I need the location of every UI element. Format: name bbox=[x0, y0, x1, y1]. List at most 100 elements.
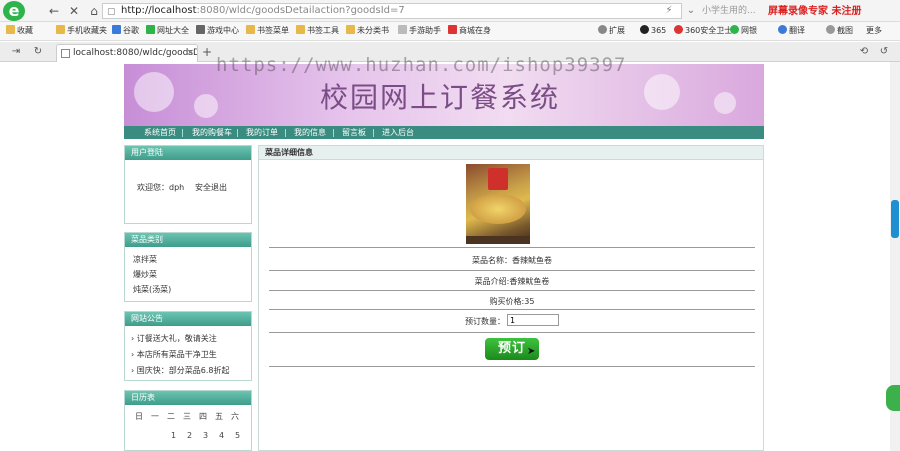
dish-image-plate bbox=[470, 194, 526, 224]
lightning-icon[interactable]: ⚡ bbox=[662, 4, 676, 18]
bookmark-360[interactable]: 360安全卫士 bbox=[674, 25, 732, 36]
quantity-input[interactable] bbox=[507, 314, 559, 326]
close-icon[interactable]: × bbox=[186, 45, 194, 61]
address-host: http://localhost bbox=[121, 5, 197, 16]
calendar-day[interactable]: 3 bbox=[203, 431, 208, 440]
menu-item-admin[interactable]: 进入后台 bbox=[382, 126, 414, 139]
calendar-day[interactable]: 1 bbox=[171, 431, 176, 440]
new-tab-button[interactable]: + bbox=[202, 45, 212, 59]
extension-icon bbox=[598, 25, 607, 34]
bookmark-item[interactable]: 商城在身 bbox=[448, 25, 491, 36]
menu-item-orders[interactable]: 我的订单 bbox=[246, 126, 278, 139]
calendar-panel-heading: 日历表 bbox=[125, 391, 251, 405]
search-input[interactable]: 小学生用的... bbox=[702, 3, 762, 19]
bookmark-screenshot[interactable]: 截图 bbox=[826, 25, 853, 36]
site-icon bbox=[146, 25, 155, 34]
calendar-weekday: 一 bbox=[151, 412, 159, 421]
notice-item[interactable]: › 国庆快：部分菜品6.8折起 bbox=[131, 365, 229, 376]
notice-panel-heading: 网站公告 bbox=[125, 312, 251, 326]
browser-toolbar: e ← ✕ ⌂ ▢ http://localhost:8080/wldc/goo… bbox=[0, 0, 900, 22]
calendar-weekday: 二 bbox=[167, 412, 175, 421]
home-icon[interactable]: ⌂ bbox=[86, 3, 102, 19]
undo-icon[interactable]: ⟲ bbox=[856, 44, 872, 60]
notice-panel: 网站公告 › 订餐送大礼，敬请关注 › 本店所有菜品干净卫生 › 国庆快：部分菜… bbox=[124, 311, 252, 381]
bookmark-365[interactable]: 365 bbox=[640, 25, 666, 35]
menu-separator: | bbox=[372, 128, 375, 137]
dish-detail-panel: 菜品详细信息 菜品名称：香辣鱿鱼卷 菜品介绍:香辣鱿鱼卷 购买价格:35 预订数… bbox=[258, 145, 764, 451]
address-bar[interactable]: ▢ http://localhost:8080/wldc/goodsDetail… bbox=[102, 3, 682, 19]
folder-icon bbox=[346, 25, 355, 34]
floating-widget-icon[interactable] bbox=[886, 385, 900, 411]
login-panel: 用户登陆 欢迎您：dph 安全退出 bbox=[124, 145, 252, 224]
back-icon[interactable]: ← bbox=[46, 3, 62, 19]
logout-link[interactable]: 安全退出 bbox=[195, 182, 227, 193]
bookmark-item[interactable]: 书签菜单 bbox=[246, 25, 289, 36]
refresh-icon[interactable]: ↻ bbox=[30, 44, 46, 60]
translate-icon bbox=[778, 25, 787, 34]
url-watermark: https://www.huzhan.com/ishop39397 bbox=[216, 54, 627, 76]
game-icon bbox=[196, 25, 205, 34]
quantity-label: 预订数量： bbox=[465, 317, 505, 326]
category-panel-heading: 菜品类别 bbox=[125, 233, 251, 247]
sidebar-toggle-icon[interactable]: ⇥ bbox=[8, 44, 24, 60]
bookmark-item[interactable]: 手游助手 bbox=[398, 25, 441, 36]
calendar-weekday: 日 bbox=[135, 412, 143, 421]
welcome-text: 欢迎您：dph bbox=[137, 183, 185, 192]
bookmark-item[interactable]: 网址大全 bbox=[146, 25, 189, 36]
page-icon: ▢ bbox=[107, 7, 116, 17]
menu-item-profile[interactable]: 我的信息 bbox=[294, 126, 326, 139]
calendar-day[interactable]: 4 bbox=[219, 431, 224, 440]
menu-item-cart[interactable]: 我的购餐车 bbox=[192, 126, 232, 139]
star-icon bbox=[6, 25, 15, 34]
menu-separator: | bbox=[236, 128, 239, 137]
security-icon bbox=[674, 25, 683, 34]
bookmark-translate[interactable]: 翻译 bbox=[778, 25, 805, 36]
google-icon bbox=[112, 25, 121, 34]
site-title: 校园网上订餐系统 bbox=[320, 81, 561, 114]
banner-flower bbox=[134, 72, 174, 112]
bookmark-more[interactable]: 更多 bbox=[866, 25, 882, 36]
bank-icon bbox=[730, 25, 739, 34]
menu-separator: | bbox=[332, 128, 335, 137]
calendar-day[interactable]: 5 bbox=[235, 431, 240, 440]
detail-heading: 菜品详细信息 bbox=[259, 146, 763, 160]
folder-icon bbox=[296, 25, 305, 34]
bookmark-item[interactable]: 收藏 bbox=[6, 25, 33, 36]
notice-item[interactable]: › 本店所有菜品干净卫生 bbox=[131, 349, 217, 360]
menu-item-home[interactable]: 系统首页 bbox=[144, 126, 176, 139]
category-item[interactable]: 炖菜(汤菜) bbox=[133, 284, 171, 295]
reload-icon[interactable]: ↺ bbox=[876, 44, 892, 60]
divider bbox=[269, 309, 755, 310]
dish-intro: 菜品介绍:香辣鱿鱼卷 bbox=[474, 277, 550, 286]
bookmarks-bar: 收藏 手机收藏夹 谷歌 网址大全 游戏中心 书签菜单 书签工具 未分类书 手游助… bbox=[0, 22, 900, 41]
bookmark-item[interactable]: 谷歌 bbox=[112, 25, 139, 36]
bookmark-extension[interactable]: 扩展 bbox=[598, 25, 625, 36]
stop-icon[interactable]: ✕ bbox=[66, 3, 82, 19]
bookmark-item[interactable]: 游戏中心 bbox=[196, 25, 239, 36]
page-content: 校园网上订餐系统 系统首页 | 我的购餐车 | 我的订单 | 我的信息 | 留言… bbox=[0, 62, 900, 451]
mouse-cursor-icon: ➤ bbox=[527, 346, 536, 357]
divider bbox=[269, 247, 755, 248]
category-item[interactable]: 凉拌菜 bbox=[133, 254, 157, 265]
bookmark-item[interactable]: 书签工具 bbox=[296, 25, 339, 36]
bookmark-item[interactable]: 未分类书 bbox=[346, 25, 389, 36]
recorder-watermark: 屏幕录像专家 未注册 bbox=[768, 6, 862, 17]
page-icon bbox=[398, 25, 407, 34]
folder-icon bbox=[246, 25, 255, 34]
shield-icon bbox=[640, 25, 649, 34]
calendar-weekday: 三 bbox=[183, 412, 191, 421]
banner-flower bbox=[644, 74, 680, 110]
login-panel-heading: 用户登陆 bbox=[125, 146, 251, 160]
calendar-day[interactable]: 2 bbox=[187, 431, 192, 440]
browser-logo-icon: e bbox=[3, 1, 25, 21]
menu-item-guestbook[interactable]: 留言板 bbox=[342, 126, 366, 139]
notice-item[interactable]: › 订餐送大礼，敬请关注 bbox=[131, 333, 217, 344]
divider bbox=[269, 366, 755, 367]
dish-price: 购买价格:35 bbox=[489, 297, 535, 306]
bookmark-item[interactable]: 手机收藏夹 bbox=[56, 25, 107, 36]
scrollbar-thumb[interactable] bbox=[891, 200, 899, 238]
bookmark-bank[interactable]: 网银 bbox=[730, 25, 757, 36]
dropdown-icon[interactable]: ⌄ bbox=[684, 4, 698, 18]
category-item[interactable]: 爆炒菜 bbox=[133, 269, 157, 280]
tab-active[interactable]: localhost:8080/wldc/goodsD × bbox=[56, 44, 198, 62]
